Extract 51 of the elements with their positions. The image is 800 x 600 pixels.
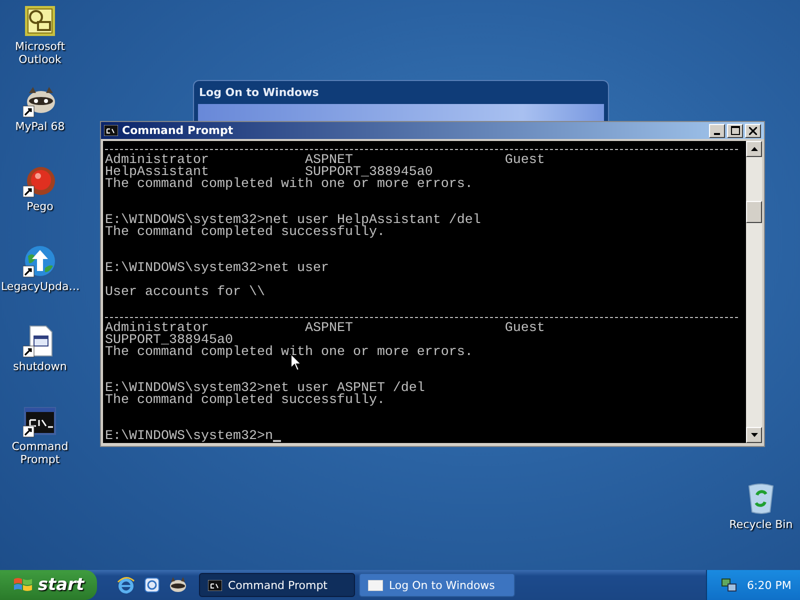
console-text: Guest <box>504 323 545 335</box>
window-title: Log On to Windows <box>198 85 320 101</box>
close-button[interactable] <box>745 124 761 138</box>
desktop-icon-label[interactable]: Command Prompt <box>1 440 79 466</box>
console-text: E:\WINDOWS\system32>net user HelpAssistant /del <box>105 215 481 227</box>
console-text: User accounts for \\ <box>105 287 265 299</box>
window-title: Command Prompt <box>122 124 234 137</box>
console-text: The command completed successfully. <box>105 227 385 239</box>
minimize-button[interactable] <box>709 124 725 138</box>
maximize-button[interactable] <box>727 124 743 138</box>
close-icon <box>749 126 757 134</box>
taskbar-button[interactable]: Log On to Windows <box>359 573 515 597</box>
browser-e-icon[interactable] <box>117 576 135 594</box>
desktop-icon-label[interactable]: Pego <box>26 200 54 213</box>
console-text: The command completed with one or more errors. <box>105 179 473 191</box>
network-icon[interactable] <box>721 577 737 593</box>
console-text: E:\WINDOWS\system32>net user <box>105 263 329 275</box>
desktop-icon-label[interactable]: Microsoft Outlook <box>1 40 79 66</box>
console-text: The command completed successfully. <box>105 395 385 407</box>
email-icon[interactable] <box>143 576 161 594</box>
desktop-icon-label[interactable]: MyPal 68 <box>15 120 65 133</box>
console-text: Guest <box>504 155 545 167</box>
scroll-thumb[interactable] <box>746 201 762 223</box>
console-text: HelpAssistant <box>105 167 209 179</box>
console-icon[interactable] <box>23 404 57 438</box>
windows-flag-icon <box>12 576 33 594</box>
recycle-bin-icon[interactable] <box>746 482 776 514</box>
console-text: SUPPORT_388945a0 <box>304 167 433 179</box>
console-text: ASPNET <box>304 155 353 167</box>
maximize-icon <box>730 126 740 135</box>
console-text: The command completed with one or more errors. <box>105 347 473 359</box>
orb-icon[interactable] <box>23 164 57 198</box>
clock: 6:20 PM <box>747 578 792 592</box>
desktop-icon-label[interactable]: shutdown <box>13 360 67 373</box>
console-icon <box>208 580 222 590</box>
raccoon-icon[interactable] <box>169 576 187 594</box>
console-text: ASPNET <box>304 323 354 335</box>
start-button[interactable]: start <box>0 570 97 600</box>
console-text: Administrator <box>105 323 209 335</box>
taskbar-button[interactable]: Command Prompt <box>199 573 355 597</box>
scrollbar[interactable] <box>746 141 762 443</box>
console-icon <box>104 125 118 136</box>
desktop-icon-label[interactable]: LegacyUpda… <box>1 280 79 293</box>
arrow-down-icon[interactable] <box>750 433 758 437</box>
minimize-icon <box>714 132 720 134</box>
text-cursor <box>272 440 281 442</box>
desktop-icon-label[interactable]: Recycle Bin <box>729 518 793 531</box>
arrow-up-icon[interactable] <box>750 147 758 151</box>
window-icon <box>368 580 383 590</box>
console-text: E:\WINDOWS\system32>n <box>105 431 273 443</box>
globe-icon[interactable] <box>23 244 57 278</box>
